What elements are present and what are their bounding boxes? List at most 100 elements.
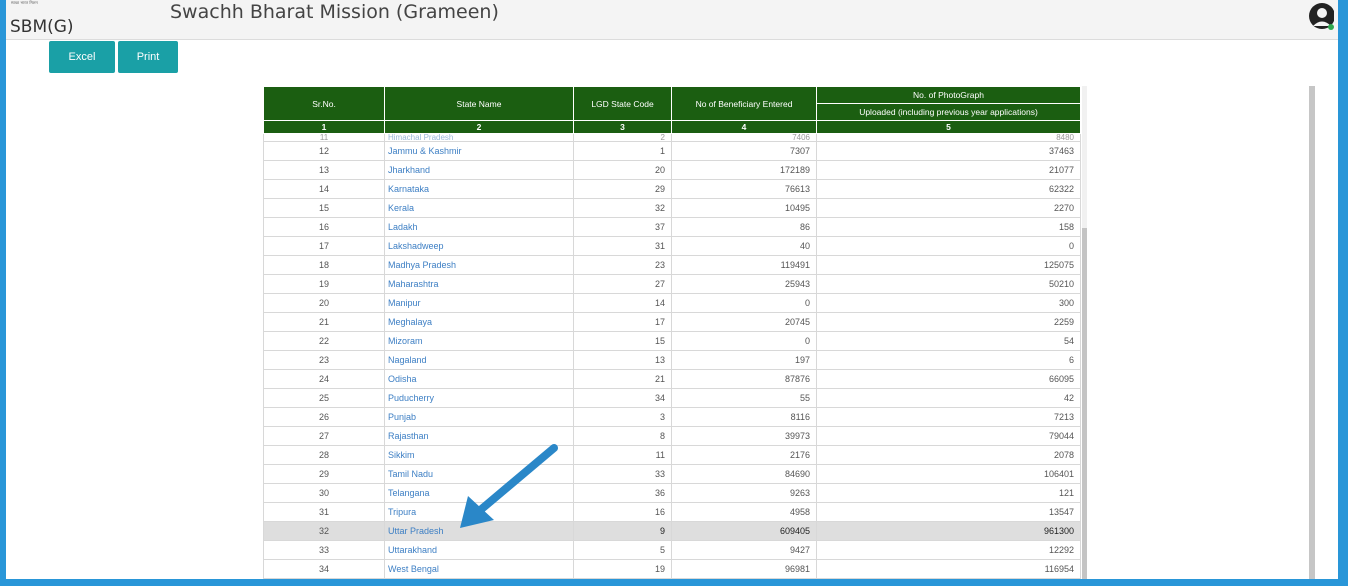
cell-state-link[interactable]: Maharashtra	[384, 274, 574, 294]
cell-state-link[interactable]: Jharkhand	[384, 160, 574, 180]
cell-sr-no: 22	[263, 331, 385, 351]
table-row: 14 Karnataka 29 76613 62322	[263, 179, 1081, 199]
cell-sr-no: 33	[263, 540, 385, 560]
table-body: 11 Himachal Pradesh 2 7406 8480 12 Jammu …	[263, 133, 1081, 579]
cell-state-link[interactable]: Himachal Pradesh	[384, 133, 574, 142]
header-photo-group: No. of PhotoGraph	[816, 86, 1081, 104]
cell-sr-no: 34	[263, 559, 385, 579]
cell-photos: 125075	[816, 255, 1081, 275]
cell-photos: 54	[816, 331, 1081, 351]
cell-photos: 116954	[816, 559, 1081, 579]
cell-lgd-code: 16	[573, 502, 672, 522]
table-row: 13 Jharkhand 20 172189 21077	[263, 160, 1081, 180]
cell-state-link[interactable]: Uttarakhand	[384, 540, 574, 560]
table-row: 30 Telangana 36 9263 121	[263, 483, 1081, 503]
print-button[interactable]: Print	[118, 41, 178, 73]
cell-state-link[interactable]: Mizoram	[384, 331, 574, 351]
cell-state-link[interactable]: Lakshadweep	[384, 236, 574, 256]
table-row: 31 Tripura 16 4958 13547	[263, 502, 1081, 522]
cell-photos: 2078	[816, 445, 1081, 465]
col-number: 5	[816, 120, 1081, 134]
cell-state-link[interactable]: Odisha	[384, 369, 574, 389]
cell-lgd-code: 31	[573, 236, 672, 256]
page-title: Swachh Bharat Mission (Grameen)	[170, 1, 499, 23]
cell-beneficiary: 40	[671, 236, 817, 256]
table-row: 12 Jammu & Kashmir 1 7307 37463	[263, 141, 1081, 161]
cell-photos: 37463	[816, 141, 1081, 161]
cell-photos: 2259	[816, 312, 1081, 332]
cell-sr-no: 17	[263, 236, 385, 256]
user-avatar-icon[interactable]	[1308, 1, 1334, 31]
excel-export-button[interactable]: Excel	[49, 41, 115, 73]
cell-lgd-code: 5	[573, 540, 672, 560]
header-photo-uploaded[interactable]: Uploaded (including previous year applic…	[816, 103, 1081, 121]
cell-sr-no: 12	[263, 141, 385, 161]
cell-lgd-code: 17	[573, 312, 672, 332]
cell-beneficiary: 197	[671, 350, 817, 370]
cell-state-link[interactable]: Ladakh	[384, 217, 574, 237]
table-row: 20 Manipur 14 0 300	[263, 293, 1081, 313]
cell-sr-no: 20	[263, 293, 385, 313]
cell-state-link[interactable]: Kerala	[384, 198, 574, 218]
app-header: स्वच्छ भारत मिशन SBM(G) Swachh Bharat Mi…	[6, 0, 1338, 40]
cell-state-link[interactable]: West Bengal	[384, 559, 574, 579]
cell-beneficiary: 87876	[671, 369, 817, 389]
cell-lgd-code: 34	[573, 388, 672, 408]
table-row: 29 Tamil Nadu 33 84690 106401	[263, 464, 1081, 484]
cell-lgd-code: 14	[573, 293, 672, 313]
cell-photos: 12292	[816, 540, 1081, 560]
cell-beneficiary: 84690	[671, 464, 817, 484]
cell-lgd-code: 23	[573, 255, 672, 275]
cell-state-link[interactable]: Manipur	[384, 293, 574, 313]
cell-lgd-code: 32	[573, 198, 672, 218]
cell-lgd-code: 9	[573, 521, 672, 541]
cell-beneficiary: 86	[671, 217, 817, 237]
cell-sr-no: 11	[263, 133, 385, 142]
cell-state-link[interactable]: Nagaland	[384, 350, 574, 370]
header-sr-no[interactable]: Sr.No.	[263, 86, 385, 121]
cell-beneficiary: 2176	[671, 445, 817, 465]
app-short-title[interactable]: SBM(G)	[10, 17, 74, 37]
cell-lgd-code: 29	[573, 179, 672, 199]
cell-lgd-code: 21	[573, 369, 672, 389]
cell-beneficiary: 7307	[671, 141, 817, 161]
cell-lgd-code: 15	[573, 331, 672, 351]
cell-beneficiary: 172189	[671, 160, 817, 180]
cell-state-link[interactable]: Karnataka	[384, 179, 574, 199]
cell-photos: 106401	[816, 464, 1081, 484]
header-state-name[interactable]: State Name	[384, 86, 574, 121]
cell-photos: 2270	[816, 198, 1081, 218]
cell-beneficiary: 25943	[671, 274, 817, 294]
cell-photos: 13547	[816, 502, 1081, 522]
cell-state-link[interactable]: Madhya Pradesh	[384, 255, 574, 275]
cell-beneficiary: 7406	[671, 133, 817, 142]
table-row: 21 Meghalaya 17 20745 2259	[263, 312, 1081, 332]
table-row: 16 Ladakh 37 86 158	[263, 217, 1081, 237]
cell-beneficiary: 609405	[671, 521, 817, 541]
table-row: 34 West Bengal 19 96981 116954	[263, 559, 1081, 579]
cell-sr-no: 19	[263, 274, 385, 294]
pointer-arrow-icon	[460, 444, 558, 528]
cell-state-link[interactable]: Meghalaya	[384, 312, 574, 332]
cell-sr-no: 15	[263, 198, 385, 218]
page-scrollbar[interactable]	[1309, 86, 1315, 579]
cell-state-link[interactable]: Jammu & Kashmir	[384, 141, 574, 161]
cell-photos: 300	[816, 293, 1081, 313]
table-row: 25 Puducherry 34 55 42	[263, 388, 1081, 408]
cell-state-link[interactable]: Punjab	[384, 407, 574, 427]
cell-lgd-code: 37	[573, 217, 672, 237]
table-row: 17 Lakshadweep 31 40 0	[263, 236, 1081, 256]
cell-beneficiary: 119491	[671, 255, 817, 275]
cell-sr-no: 30	[263, 483, 385, 503]
logo-caption: स्वच्छ भारत मिशन	[11, 0, 38, 5]
cell-photos: 50210	[816, 274, 1081, 294]
header-lgd-code[interactable]: LGD State Code	[573, 86, 672, 121]
header-beneficiary[interactable]: No of Beneficiary Entered	[671, 86, 817, 121]
report-table-container[interactable]: Sr.No. State Name LGD State Code No of B…	[263, 86, 1082, 579]
cell-photos: 961300	[816, 521, 1081, 541]
table-scrollbar-thumb[interactable]	[1082, 228, 1087, 579]
table-row-partial: 11 Himachal Pradesh 2 7406 8480	[263, 133, 1081, 142]
cell-photos: 7213	[816, 407, 1081, 427]
cell-state-link[interactable]: Puducherry	[384, 388, 574, 408]
cell-sr-no: 23	[263, 350, 385, 370]
